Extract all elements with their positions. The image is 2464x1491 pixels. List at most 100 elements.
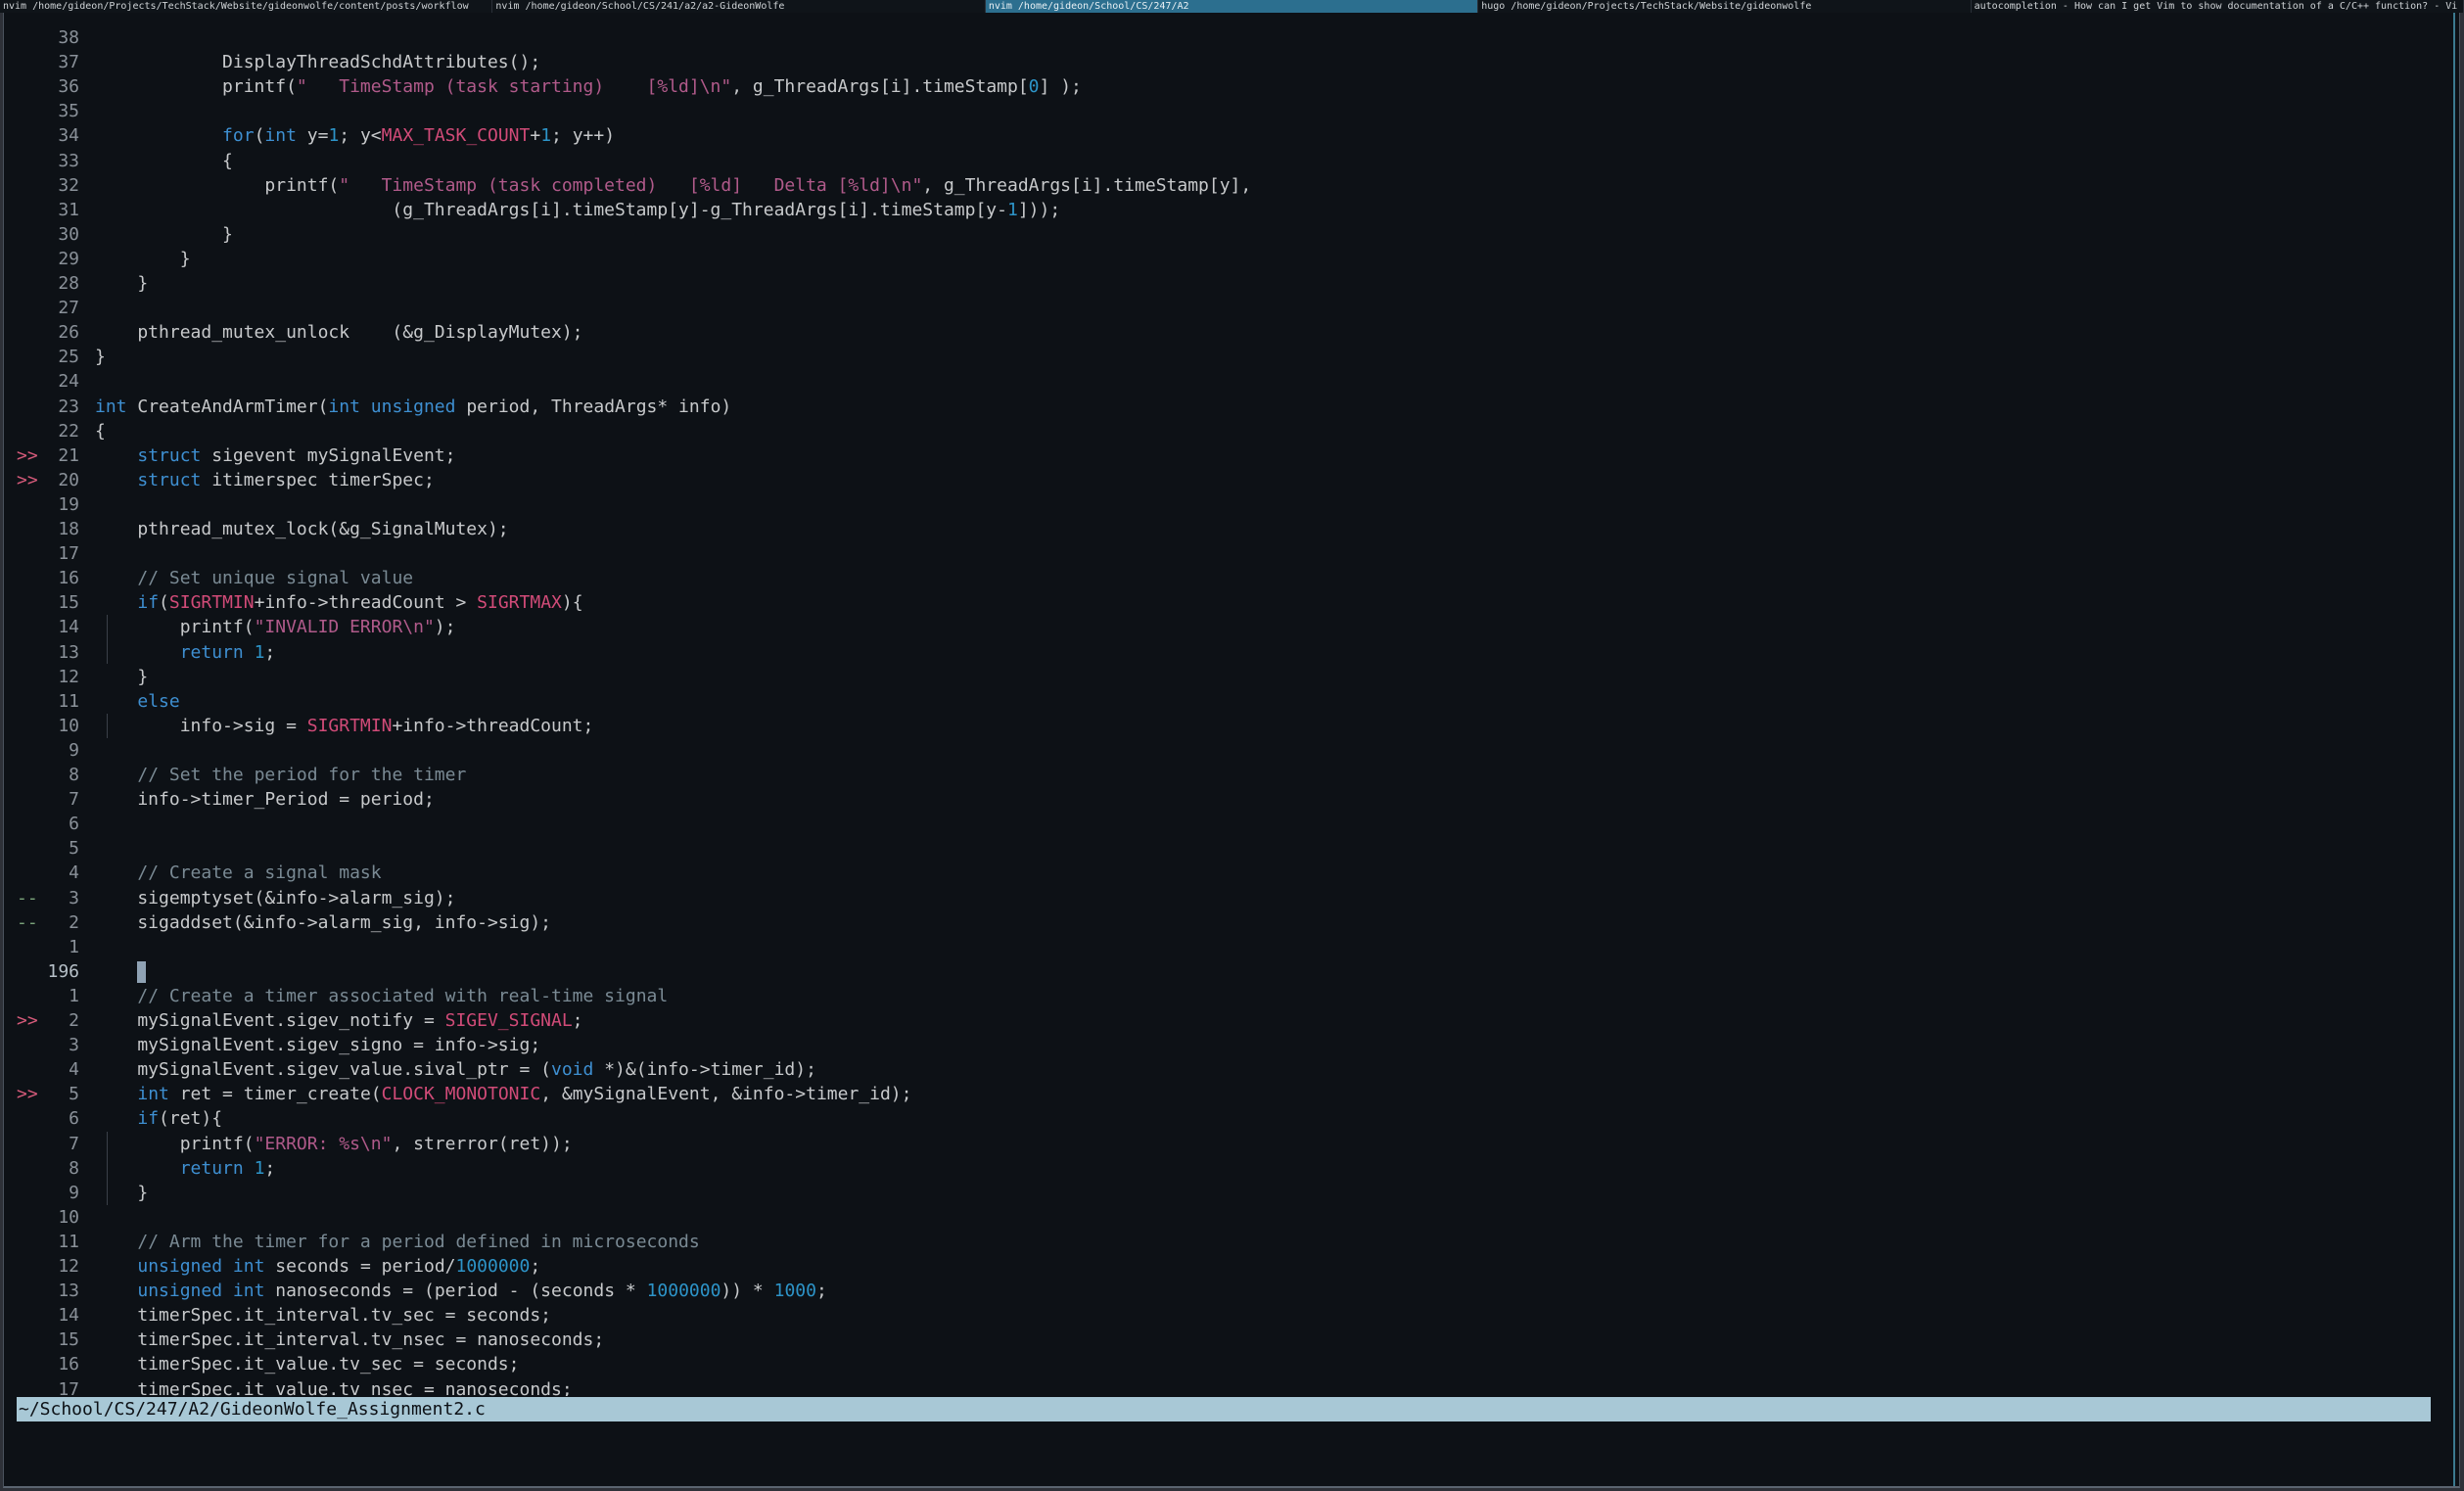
line-number: 32	[58, 175, 79, 196]
code-line[interactable]: 10 info->sig = SIGRTMIN+info->threadCoun…	[17, 714, 2431, 738]
line-number: 16	[58, 568, 79, 588]
code-text: printf("ERROR: %s\n", strerror(ret));	[95, 1134, 573, 1154]
code-line[interactable]: 22 {	[17, 419, 2431, 443]
line-number: 11	[58, 1232, 79, 1252]
code-line[interactable]: 31 (g_ThreadArgs[i].timeStamp[y]-g_Threa…	[17, 198, 2431, 222]
code-line[interactable]: 25}	[17, 345, 2431, 369]
code-line[interactable]: 6 if(ret){	[17, 1106, 2431, 1131]
code-line[interactable]: 4 mySignalEvent.sigev_value.sival_ptr = …	[17, 1057, 2431, 1082]
indent-guide	[107, 1132, 108, 1205]
code-text: }	[95, 1183, 149, 1203]
code-line[interactable]: 8 return 1;	[17, 1156, 2431, 1181]
code-line[interactable]: 15 timerSpec.it_interval.tv_nsec = nanos…	[17, 1328, 2431, 1352]
code-line[interactable]: 1 // Create a timer associated with real…	[17, 984, 2431, 1008]
terminal-tab-1[interactable]: nvim /home/gideon/Projects/TechStack/Web…	[0, 0, 493, 13]
code-line[interactable]: 27	[17, 296, 2431, 320]
code-line[interactable]: 10	[17, 1205, 2431, 1230]
terminal-tab-2[interactable]: nvim /home/gideon/School/CS/241/a2/a2-Gi…	[492, 0, 986, 13]
code-line[interactable]: 26 pthread_mutex_unlock (&g_DisplayMutex…	[17, 320, 2431, 345]
code-line[interactable]: 13 unsigned int nanoseconds = (period - …	[17, 1279, 2431, 1303]
indent-guide	[107, 714, 108, 738]
code-line[interactable]: 36 printf(" TimeStamp (task starting) [%…	[17, 74, 2431, 99]
code-text: timerSpec.it_interval.tv_nsec = nanoseco…	[95, 1329, 605, 1350]
line-number: 5	[69, 838, 79, 859]
code-line[interactable]: 29 }	[17, 247, 2431, 271]
code-line[interactable]: 12 }	[17, 665, 2431, 689]
code-line[interactable]: 38	[17, 25, 2431, 50]
code-text: return 1;	[179, 1158, 276, 1179]
code-line[interactable]: 12 unsigned int seconds = period/1000000…	[17, 1254, 2431, 1279]
code-line[interactable]: >> 20 struct itimerspec timerSpec;	[17, 468, 2431, 492]
code-line[interactable]: 28 }	[17, 271, 2431, 296]
code-text: info->sig = SIGRTMIN+info->threadCount;	[95, 716, 594, 736]
code-line[interactable]: 16 timerSpec.it_value.tv_sec = seconds;	[17, 1352, 2431, 1376]
code-line[interactable]: 30 }	[17, 222, 2431, 247]
code-line[interactable]: 5	[17, 836, 2431, 861]
code-line[interactable]: >> 21 struct sigevent mySignalEvent;	[17, 443, 2431, 468]
line-number: 12	[58, 1256, 79, 1277]
code-line[interactable]: 32 printf(" TimeStamp (task completed) […	[17, 173, 2431, 198]
code-line[interactable]: 24	[17, 369, 2431, 394]
code-text: // Create a signal mask	[137, 862, 382, 883]
code-line[interactable]: 4 // Create a signal mask	[17, 861, 2431, 885]
code-text: printf(" TimeStamp (task completed) [%ld…	[95, 175, 1252, 196]
line-number: 13	[58, 1281, 79, 1301]
line-number: 8	[69, 1158, 79, 1179]
code-line[interactable]: 1	[17, 935, 2431, 959]
code-line[interactable]: 37 DisplayThreadSchdAttributes();	[17, 50, 2431, 74]
code-line[interactable]: 23 int CreateAndArmTimer(int unsigned per…	[17, 395, 2431, 419]
code-line[interactable]: 17 timerSpec.it_value.tv_nsec = nanoseco…	[17, 1377, 2431, 1396]
code-line[interactable]: 3 mySignalEvent.sigev_signo = info->sig;	[17, 1033, 2431, 1057]
code-text: for(int y=1; y<MAX_TASK_COUNT+1; y++)	[222, 125, 616, 146]
line-number: 35	[58, 101, 79, 121]
code-line[interactable]: 11 else	[17, 689, 2431, 714]
code-line[interactable]: >> 2 mySignalEvent.sigev_notify = SIGEV_S…	[17, 1008, 2431, 1033]
indent-guide	[107, 615, 108, 664]
line-number: 17	[58, 543, 79, 564]
code-line[interactable]: 9	[17, 738, 2431, 763]
code-text: }	[95, 273, 149, 294]
code-line[interactable]: 17	[17, 541, 2431, 566]
code-line[interactable]: 14 printf("INVALID ERROR\n");	[17, 615, 2431, 639]
code-line[interactable]: 8 // Set the period for the timer	[17, 763, 2431, 787]
text-cursor	[137, 961, 147, 983]
code-line[interactable]: -- 2 sigaddset(&info->alarm_sig, info->si…	[17, 910, 2431, 935]
code-line[interactable]: 9 }	[17, 1181, 2431, 1205]
terminal-tab-4[interactable]: hugo /home/gideon/Projects/TechStack/Web…	[1478, 0, 1972, 13]
line-number: 21	[58, 445, 79, 466]
code-text: sigemptyset(&info->alarm_sig);	[95, 888, 456, 909]
code-line[interactable]: 7 printf("ERROR: %s\n", strerror(ret));	[17, 1132, 2431, 1156]
cursor-line[interactable]: 196	[17, 959, 2431, 984]
code-line[interactable]: 13 return 1;	[17, 640, 2431, 665]
code-editor[interactable]: 38 37 DisplayThreadSchdAttributes(); 36 pr…	[17, 25, 2431, 1396]
code-line[interactable]: -- 3 sigemptyset(&info->alarm_sig);	[17, 886, 2431, 910]
line-number: 24	[58, 371, 79, 392]
line-number: 36	[58, 76, 79, 97]
terminal-tab-5[interactable]: autocompletion - How can I get Vim to sh…	[1972, 0, 2464, 13]
code-line[interactable]: 35	[17, 99, 2431, 123]
code-text: info->timer_Period = period;	[95, 789, 435, 810]
code-line[interactable]: 15 if(SIGRTMIN+info->threadCount > SIGRT…	[17, 590, 2431, 615]
code-line[interactable]: 11 // Arm the timer for a period defined…	[17, 1230, 2431, 1254]
line-number: 20	[58, 470, 79, 490]
line-number: 28	[58, 273, 79, 294]
code-line[interactable]: 6	[17, 812, 2431, 836]
code-text: {	[95, 421, 106, 442]
code-line[interactable]: 16 // Set unique signal value	[17, 566, 2431, 590]
code-text: return 1;	[179, 642, 276, 663]
code-line[interactable]: 33 {	[17, 149, 2431, 173]
code-line[interactable]: 19	[17, 492, 2431, 517]
code-line[interactable]: 14 timerSpec.it_interval.tv_sec = second…	[17, 1303, 2431, 1328]
code-line[interactable]: 34 for(int y=1; y<MAX_TASK_COUNT+1; y++)	[17, 123, 2431, 148]
code-line[interactable]: 18 pthread_mutex_lock(&g_SignalMutex);	[17, 517, 2431, 541]
code-line[interactable]: >> 5 int ret = timer_create(CLOCK_MONOTON…	[17, 1082, 2431, 1106]
line-number: 17	[58, 1379, 79, 1396]
diagnostic-sign: >>	[17, 1010, 38, 1031]
code-line[interactable]: 7 info->timer_Period = period;	[17, 787, 2431, 812]
code-text	[95, 961, 147, 983]
code-text: // Set unique signal value	[137, 568, 414, 588]
terminal-tab-3[interactable]: nvim /home/gideon/School/CS/247/A2	[985, 0, 1479, 13]
line-number: 13	[58, 642, 79, 663]
code-text: int ret = timer_create(CLOCK_MONOTONIC, …	[137, 1084, 912, 1104]
line-number: 3	[69, 1035, 79, 1055]
